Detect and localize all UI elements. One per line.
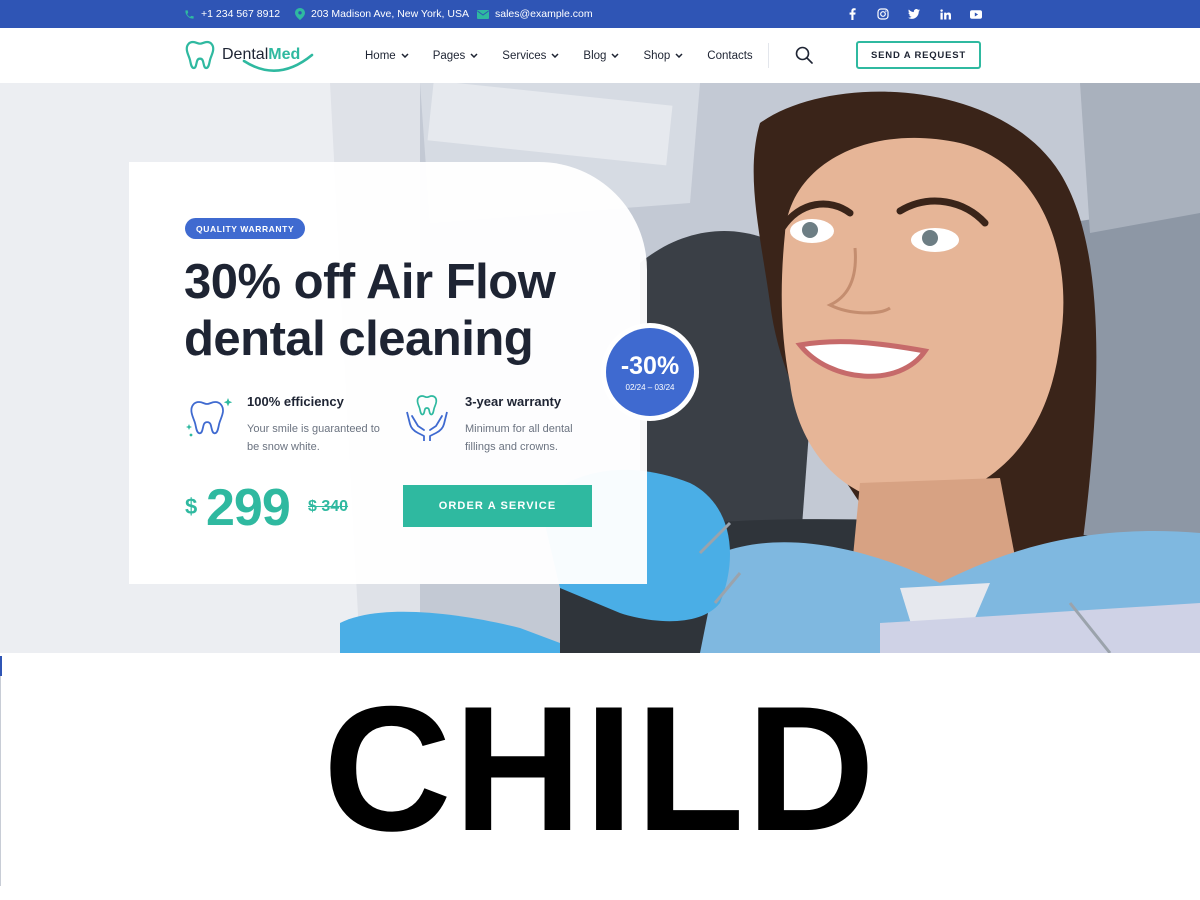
feature-efficiency-title: 100% efficiency <box>247 394 344 409</box>
feature-warranty-title: 3-year warranty <box>465 394 562 409</box>
nav-home-label: Home <box>365 49 396 62</box>
nav-item-contacts[interactable]: Contacts <box>707 50 752 62</box>
hero-banner: QUALITY WARRANTY 30% off Air Flow dental… <box>0 83 1200 653</box>
smile-swoosh-icon <box>242 53 314 72</box>
price-currency: $ <box>185 494 198 519</box>
address-contact[interactable]: 203 Madison Ave, New York, USA <box>295 0 469 28</box>
nav-contacts-label: Contacts <box>707 49 753 62</box>
feature-efficiency-desc: Your smile is guaranteed to be snow whit… <box>247 423 380 453</box>
instagram-icon[interactable] <box>877 8 889 20</box>
nav-shop-label: Shop <box>643 49 671 62</box>
nav-item-home[interactable]: Home <box>365 50 409 62</box>
discount-dates: 02/24 – 03/24 <box>625 382 675 392</box>
linkedin-icon[interactable] <box>939 8 951 20</box>
primary-menu: Home Pages Services Blog Shop Contacts <box>365 28 753 83</box>
nav-item-pages[interactable]: Pages <box>433 50 479 62</box>
left-edge-marker <box>0 656 2 676</box>
headline-line-2: dental cleaning <box>184 312 534 366</box>
send-request-button[interactable]: SEND A REQUEST <box>856 41 981 69</box>
chevron-down-icon <box>551 53 559 58</box>
discount-percent: -30% <box>620 351 680 380</box>
nav-divider <box>768 43 769 68</box>
top-contact-bar: +1 234 567 8912 203 Madison Ave, New Yor… <box>0 0 1200 28</box>
nav-item-shop[interactable]: Shop <box>643 50 683 62</box>
chevron-down-icon <box>470 53 478 58</box>
address-text: 203 Madison Ave, New York, USA <box>311 8 469 20</box>
twitter-icon[interactable] <box>908 8 920 20</box>
social-links <box>846 0 982 28</box>
main-navbar: DentalMed Home Pages Services Blog Shop … <box>0 28 1200 83</box>
phone-contact[interactable]: +1 234 567 8912 <box>184 0 280 28</box>
price-old: $ 340 <box>308 498 349 515</box>
tooth-logo-icon <box>185 40 215 70</box>
chevron-down-icon <box>611 53 619 58</box>
nav-pages-label: Pages <box>432 49 466 62</box>
promo-card: QUALITY WARRANTY 30% off Air Flow dental… <box>129 162 647 584</box>
quality-warranty-badge: QUALITY WARRANTY <box>185 218 306 239</box>
chevron-down-icon <box>401 53 409 58</box>
discount-circle: -30% 02/24 – 03/24 <box>606 328 694 416</box>
brand-logo[interactable]: DentalMed <box>184 39 314 72</box>
phone-text: +1 234 567 8912 <box>201 8 281 20</box>
hero-headline: 30% off Air Flow dental cleaning <box>184 254 624 368</box>
price-current: 299 <box>206 479 291 537</box>
facebook-icon[interactable] <box>846 8 858 20</box>
caption-text: CHILD <box>323 669 877 868</box>
youtube-icon[interactable] <box>970 8 982 20</box>
caption-area: CHILD <box>0 653 1200 900</box>
tooth-hands-icon <box>406 395 448 441</box>
nav-blog-label: Blog <box>583 49 607 62</box>
headline-line-1: 30% off Air Flow <box>184 255 556 309</box>
search-button[interactable] <box>795 46 813 64</box>
feature-warranty-desc: Minimum for all dental fillings and crow… <box>465 423 573 453</box>
chevron-down-icon <box>675 53 683 58</box>
email-text: sales@example.com <box>495 8 593 20</box>
search-icon <box>795 46 813 64</box>
order-service-button[interactable]: ORDER A SERVICE <box>403 485 592 527</box>
nav-services-label: Services <box>502 49 547 62</box>
discount-badge: -30% 02/24 – 03/24 <box>601 323 699 421</box>
email-contact[interactable]: sales@example.com <box>477 0 593 28</box>
tooth-sparkle-icon <box>186 398 233 437</box>
nav-item-services[interactable]: Services <box>502 50 559 62</box>
location-pin-icon <box>295 8 305 20</box>
envelope-icon <box>477 9 489 19</box>
nav-item-blog[interactable]: Blog <box>583 50 619 62</box>
phone-icon <box>185 9 194 19</box>
